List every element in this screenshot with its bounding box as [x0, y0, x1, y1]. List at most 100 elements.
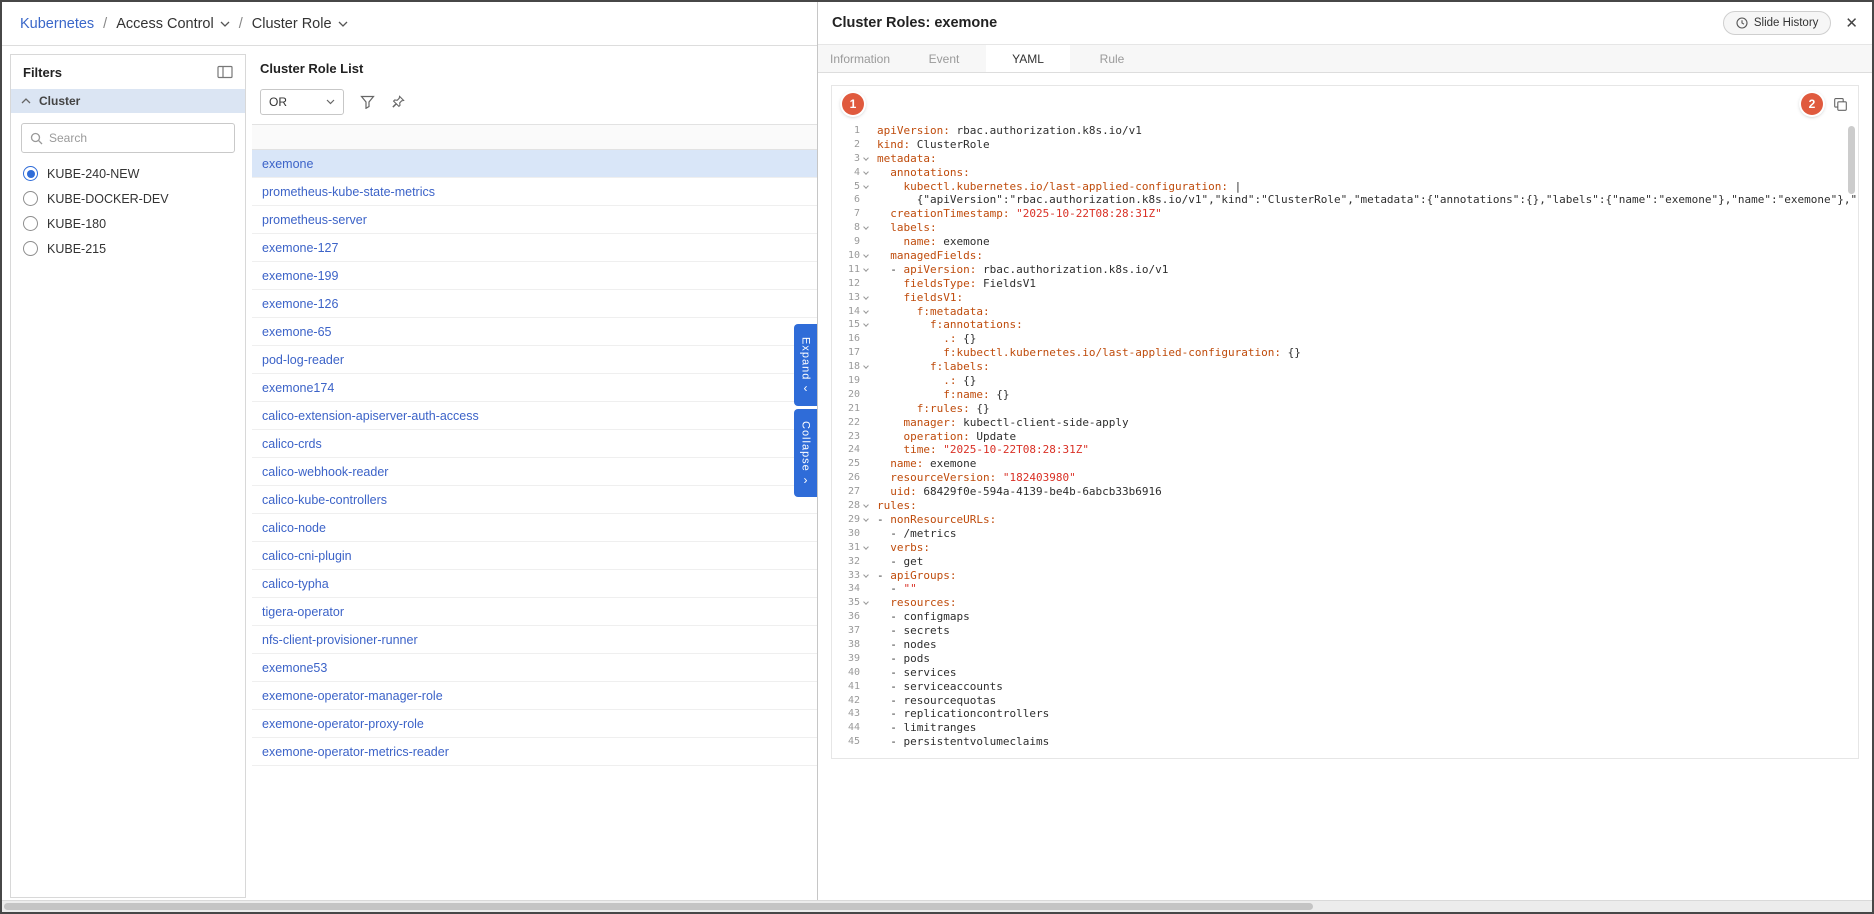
role-link[interactable]: exemone-operator-metrics-reader [262, 745, 449, 759]
role-link[interactable]: prometheus-server [262, 213, 367, 227]
fold-toggle-icon[interactable] [860, 249, 872, 263]
line-number: 3 [838, 152, 860, 166]
role-link[interactable]: calico-cni-plugin [262, 549, 352, 563]
cluster-label: KUBE-215 [47, 242, 106, 256]
role-link[interactable]: exemone-operator-proxy-role [262, 717, 424, 731]
role-link[interactable]: exemone-127 [262, 241, 338, 255]
role-link[interactable]: calico-webhook-reader [262, 465, 388, 479]
collapse-sidebar-button[interactable] [217, 65, 233, 79]
filter-operator-select[interactable]: OR [260, 89, 344, 115]
yaml-card: 1 2 1apiVersion: rbac.authorization.k8s.… [831, 85, 1859, 759]
role-link[interactable]: pod-log-reader [262, 353, 344, 367]
line-number: 37 [838, 624, 860, 638]
role-link[interactable]: exemone-65 [262, 325, 332, 339]
expand-label: Expand [800, 337, 812, 380]
yaml-line: 8 labels: [838, 221, 1858, 235]
line-number: 38 [838, 638, 860, 652]
tab-event[interactable]: Event [902, 45, 986, 72]
role-link[interactable]: calico-typha [262, 577, 329, 591]
radio-icon[interactable] [23, 216, 38, 231]
role-link[interactable]: exemone-operator-manager-role [262, 689, 443, 703]
fold-toggle-icon[interactable] [860, 221, 872, 235]
tab-yaml[interactable]: YAML [986, 45, 1070, 72]
yaml-line: 43 - replicationcontrollers [838, 707, 1858, 721]
role-link[interactable]: calico-node [262, 521, 326, 535]
cluster-radio-kube-180[interactable]: KUBE-180 [11, 211, 245, 236]
role-link[interactable]: exemone53 [262, 661, 327, 675]
detail-header: Cluster Roles: exemone Slide History ✕ [818, 2, 1872, 44]
line-number: 8 [838, 221, 860, 235]
yaml-text: - nonResourceURLs: [872, 513, 996, 527]
copy-button[interactable] [1833, 97, 1848, 112]
role-link[interactable]: tigera-operator [262, 605, 344, 619]
role-link[interactable]: calico-kube-controllers [262, 493, 387, 507]
breadcrumb-access-control-dropdown[interactable]: Access Control [116, 16, 230, 32]
yaml-line: 37 - secrets [838, 624, 1858, 638]
fold-toggle-icon[interactable] [860, 263, 872, 277]
fold-toggle-icon [860, 416, 872, 430]
yaml-text: {"apiVersion":"rbac.authorization.k8s.io… [872, 193, 1858, 207]
radio-icon[interactable] [23, 191, 38, 206]
breadcrumb-separator: / [103, 16, 107, 32]
radio-icon[interactable] [23, 241, 38, 256]
tab-information[interactable]: Information [818, 45, 902, 72]
horizontal-scrollbar[interactable] [2, 900, 1872, 912]
fold-toggle-icon[interactable] [860, 541, 872, 555]
slide-history-button[interactable]: Slide History [1723, 11, 1832, 35]
fold-toggle-icon[interactable] [860, 513, 872, 527]
yaml-text: - /metrics [872, 527, 956, 541]
annotation-badge-2: 2 [1801, 93, 1823, 115]
expand-panel-tab[interactable]: Expand ‹ [794, 324, 817, 406]
fold-toggle-icon[interactable] [860, 180, 872, 194]
fold-toggle-icon [860, 207, 872, 221]
cluster-radio-kube-240-new[interactable]: KUBE-240-NEW [11, 161, 245, 186]
vertical-scrollbar-thumb[interactable] [1848, 126, 1855, 194]
close-icon[interactable]: ✕ [1845, 16, 1858, 31]
pin-button[interactable] [391, 95, 405, 109]
role-link[interactable]: calico-crds [262, 437, 322, 451]
breadcrumb-cluster-role-dropdown[interactable]: Cluster Role [252, 16, 348, 32]
fold-toggle-icon[interactable] [860, 318, 872, 332]
fold-toggle-icon[interactable] [860, 291, 872, 305]
yaml-text: metadata: [872, 152, 937, 166]
cluster-section-toggle[interactable]: Cluster [11, 89, 245, 113]
fold-toggle-icon [860, 735, 872, 749]
role-link[interactable]: exemone-126 [262, 297, 338, 311]
role-link[interactable]: nfs-client-provisioner-runner [262, 633, 418, 647]
yaml-text: fieldsV1: [872, 291, 963, 305]
line-number: 32 [838, 555, 860, 569]
role-link[interactable]: exemone-199 [262, 269, 338, 283]
search-icon [30, 132, 43, 145]
fold-toggle-icon[interactable] [860, 499, 872, 513]
radio-icon[interactable] [23, 166, 38, 181]
fold-toggle-icon[interactable] [860, 152, 872, 166]
yaml-text: - "" [872, 582, 917, 596]
fold-toggle-icon[interactable] [860, 569, 872, 583]
role-link[interactable]: calico-extension-apiserver-auth-access [262, 409, 479, 423]
cluster-radio-kube-215[interactable]: KUBE-215 [11, 236, 245, 261]
line-number: 40 [838, 666, 860, 680]
tab-rule[interactable]: Rule [1070, 45, 1154, 72]
fold-toggle-icon[interactable] [860, 305, 872, 319]
yaml-line: 38 - nodes [838, 638, 1858, 652]
chevron-up-icon [21, 98, 31, 104]
fold-toggle-icon[interactable] [860, 360, 872, 374]
cluster-section-label: Cluster [39, 94, 80, 108]
role-link[interactable]: exemone [262, 157, 313, 171]
fold-toggle-icon [860, 124, 872, 138]
breadcrumb-root-link[interactable]: Kubernetes [20, 16, 94, 32]
fold-toggle-icon[interactable] [860, 596, 872, 610]
fold-toggle-icon[interactable] [860, 166, 872, 180]
line-number: 36 [838, 610, 860, 624]
yaml-tools: 2 [1801, 93, 1848, 115]
collapse-panel-tab[interactable]: Collapse › [794, 409, 817, 497]
fold-toggle-icon [860, 388, 872, 402]
role-link[interactable]: exemone174 [262, 381, 334, 395]
yaml-text: apiVersion: rbac.authorization.k8s.io/v1 [872, 124, 1142, 138]
search-input[interactable] [49, 124, 234, 152]
role-link[interactable]: prometheus-kube-state-metrics [262, 185, 435, 199]
line-number: 30 [838, 527, 860, 541]
filter-funnel-button[interactable] [360, 95, 375, 109]
cluster-radio-kube-docker-dev[interactable]: KUBE-DOCKER-DEV [11, 186, 245, 211]
horizontal-scrollbar-thumb[interactable] [4, 903, 1313, 910]
